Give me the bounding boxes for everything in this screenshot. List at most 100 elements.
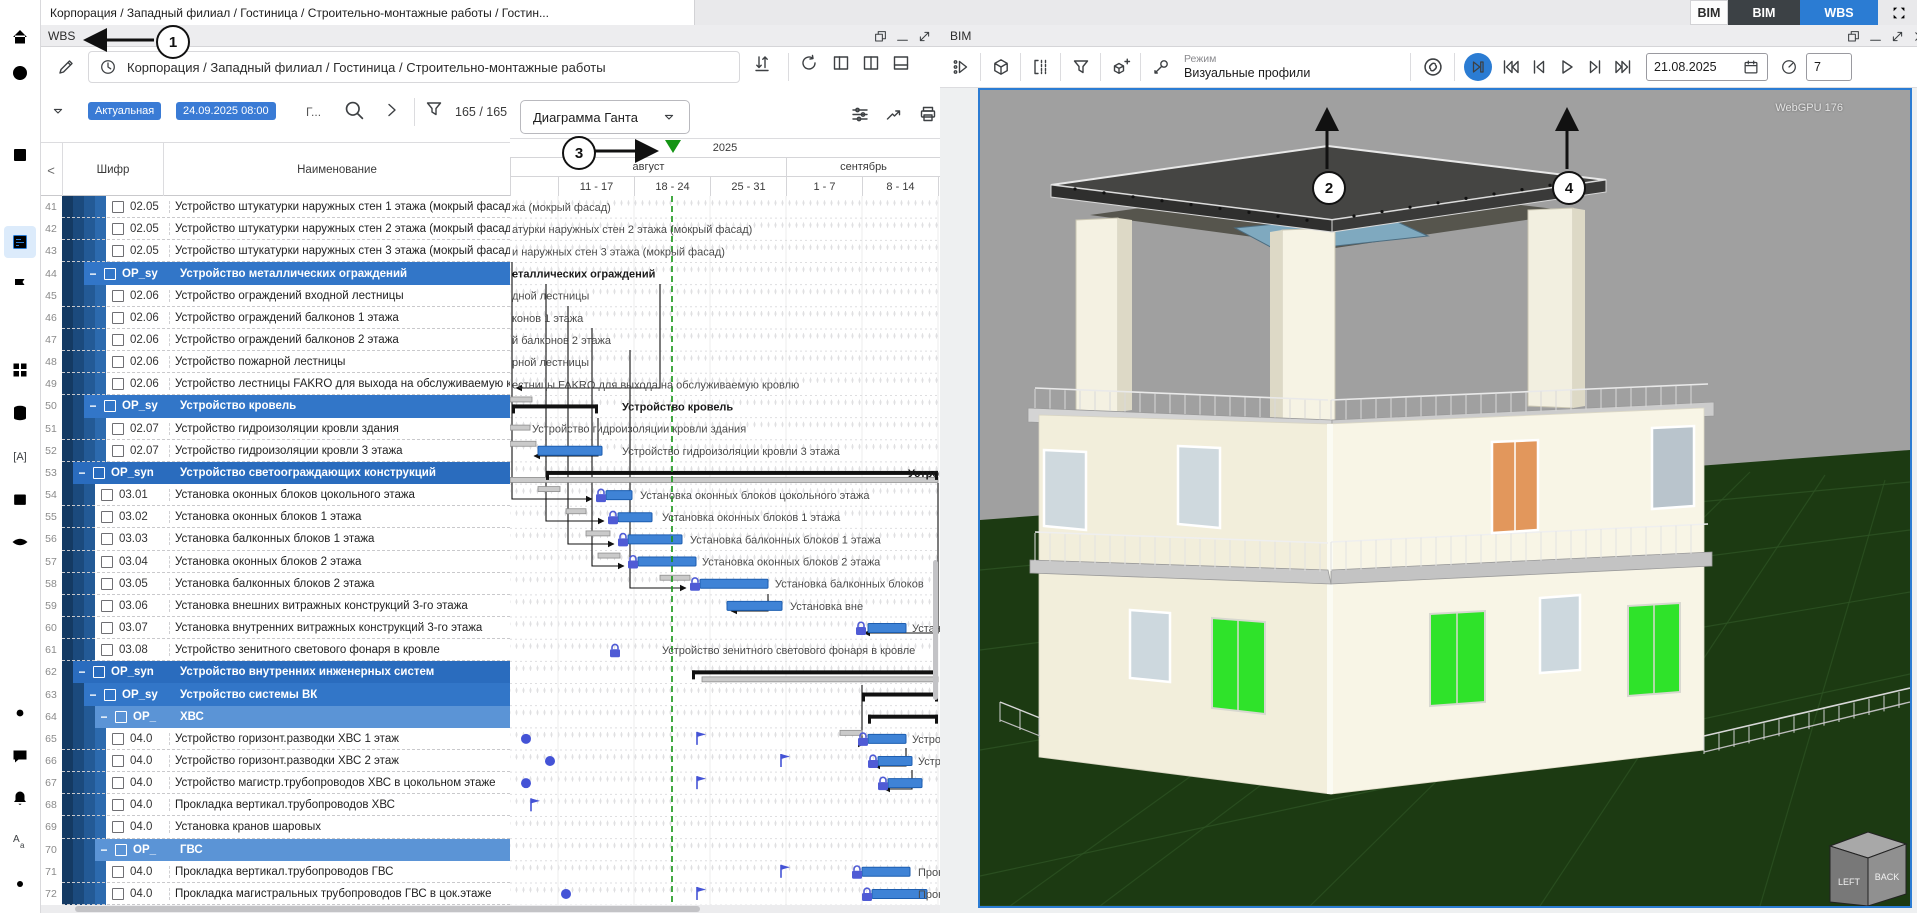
today-marker[interactable]	[665, 140, 681, 153]
structure-icon[interactable]	[4, 100, 36, 132]
table-row[interactable]: 5703.04Установка оконных блоков 2 этажа	[40, 551, 510, 573]
table-row[interactable]: 7204.0Прокладка магистральных трубопрово…	[40, 883, 510, 905]
sort-updown-icon[interactable]	[752, 53, 772, 73]
row-checkbox[interactable]	[112, 378, 124, 390]
row-checkbox[interactable]	[93, 666, 105, 678]
task-bar[interactable]	[538, 446, 602, 455]
database-icon[interactable]	[4, 397, 36, 429]
printer-icon[interactable]	[918, 104, 938, 124]
table-row[interactable]: 6804.0Прокладка вертикал.трубопроводов Х…	[40, 794, 510, 816]
table-row[interactable]: 6003.07Установка внутренних витражных ко…	[40, 617, 510, 639]
date-badge[interactable]: 24.09.2025 08:00	[176, 102, 276, 120]
flag-marker[interactable]	[697, 776, 706, 789]
wbs-bottom-scrollbar[interactable]	[75, 906, 700, 912]
pane-split-icon[interactable]	[861, 53, 881, 73]
section-box-icon[interactable]	[1028, 53, 1054, 81]
project-tab[interactable]: Корпорация / Западный филиал / Гостиница…	[40, 0, 695, 25]
row-checkbox[interactable]	[101, 578, 113, 590]
table-row[interactable]: 6103.08Устройство зенитного светового фо…	[40, 639, 510, 661]
collapse-toggle[interactable]: −	[99, 843, 109, 857]
gantt-view-icon[interactable]	[4, 226, 36, 258]
model-add-icon[interactable]	[1108, 53, 1134, 81]
table-row[interactable]: 6704.0Устройство магистр.трубопроводов Х…	[40, 772, 510, 794]
globe-icon[interactable]	[4, 57, 36, 89]
table-row[interactable]: 5603.03Установка балконных блоков 1 этаж…	[40, 528, 510, 550]
table-row[interactable]: 6504.0Устройство горизонт.разводки ХВС 1…	[40, 728, 510, 750]
panel-toggle-icon[interactable]	[948, 53, 974, 81]
table-row[interactable]: 4202.05Устройство штукатурки наружных ст…	[40, 218, 510, 240]
table-row[interactable]: 5803.05Установка балконных блоков 2 этаж…	[40, 573, 510, 595]
collapse-toggle[interactable]: −	[77, 665, 87, 679]
skip-first-icon[interactable]	[1498, 53, 1524, 81]
collapse-toggle[interactable]: −	[88, 399, 98, 413]
row-checkbox[interactable]	[112, 201, 124, 213]
task-bar[interactable]	[727, 601, 782, 610]
table-row[interactable]: 70−OP_ГВС	[40, 839, 510, 861]
sliders-icon[interactable]	[850, 104, 870, 124]
nav-cube[interactable]: LEFTBACK	[1830, 832, 1906, 906]
row-checkbox[interactable]	[112, 821, 124, 833]
milestone-dot[interactable]	[521, 778, 531, 788]
minimize-icon[interactable]	[1867, 28, 1883, 44]
speed-icon[interactable]	[1776, 53, 1802, 81]
collapse-toggle[interactable]: −	[99, 710, 109, 724]
mode-selector[interactable]: Режим Визуальные профили	[1184, 49, 1310, 85]
summary-bar[interactable]	[546, 471, 938, 475]
row-checkbox[interactable]	[112, 888, 124, 900]
play-icon[interactable]	[1554, 53, 1580, 81]
row-checkbox[interactable]	[115, 844, 127, 856]
row-checkbox[interactable]	[101, 600, 113, 612]
summary-bar[interactable]	[512, 404, 598, 408]
gear-icon[interactable]	[4, 868, 36, 900]
fullscreen-icon[interactable]	[1882, 0, 1916, 25]
column-header-name[interactable]: Наименование	[163, 143, 510, 197]
row-checkbox[interactable]	[104, 400, 116, 412]
date-input[interactable]: 21.08.2025	[1646, 53, 1768, 81]
row-checkbox[interactable]	[112, 866, 124, 878]
table-row[interactable]: 5102.07Устройство гидроизоляции кровли з…	[40, 418, 510, 440]
summary-bar[interactable]	[862, 693, 938, 697]
play-pause-icon[interactable]	[1464, 53, 1492, 81]
board-icon[interactable]	[4, 139, 36, 171]
table-row[interactable]: 4802.06Устройство пожарной лестницы	[40, 351, 510, 373]
view-selector[interactable]: Диаграмма Ганта	[520, 100, 690, 134]
cube-face-back[interactable]: BACK	[1875, 872, 1900, 882]
collapse-toggle[interactable]: −	[77, 466, 87, 480]
version-badge[interactable]: Актуальная	[88, 102, 161, 120]
table-row[interactable]: 7104.0Прокладка вертикал.трубопроводов Г…	[40, 861, 510, 883]
hatch-icon[interactable]	[4, 312, 36, 344]
row-checkbox[interactable]	[104, 268, 116, 280]
translate-icon[interactable]: Aa	[4, 825, 36, 857]
chart-icon[interactable]	[4, 183, 36, 215]
milestone-dot[interactable]	[545, 756, 555, 766]
tab-bim-2[interactable]: BIM	[1728, 0, 1800, 25]
funnel-icon[interactable]	[1068, 53, 1094, 81]
task-bar[interactable]	[638, 557, 696, 566]
pane-left-icon[interactable]	[831, 53, 851, 73]
calendar-icon[interactable]	[4, 483, 36, 515]
row-checkbox[interactable]	[101, 533, 113, 545]
cube-icon[interactable]	[988, 53, 1014, 81]
tab-bim-1[interactable]: BIM	[1690, 0, 1728, 25]
flag-marker[interactable]	[697, 887, 706, 900]
task-bar[interactable]	[878, 757, 912, 766]
home-icon[interactable]	[4, 21, 36, 53]
row-checkbox[interactable]	[112, 334, 124, 346]
milestone-dot[interactable]	[561, 889, 571, 899]
eye-icon[interactable]	[4, 526, 36, 558]
funnel-icon[interactable]	[424, 99, 444, 119]
row-checkbox[interactable]	[101, 622, 113, 634]
summary-bar[interactable]	[692, 670, 938, 674]
table-row[interactable]: 5903.06Установка внешних витражных конст…	[40, 595, 510, 617]
row-checkbox[interactable]	[93, 467, 105, 479]
table-row[interactable]: 5202.07Устройство гидроизоляции кровли 3…	[40, 440, 510, 462]
chevron-right-icon[interactable]	[382, 100, 402, 120]
table-row[interactable]: 4502.06Устройство ограждений входной лес…	[40, 285, 510, 307]
maximize-icon[interactable]	[1889, 28, 1905, 44]
link-icon[interactable]	[1420, 53, 1446, 81]
row-checkbox[interactable]	[112, 290, 124, 302]
row-checkbox[interactable]	[101, 644, 113, 656]
row-checkbox[interactable]	[112, 223, 124, 235]
interval-input[interactable]: 7	[1806, 53, 1852, 81]
milestone-dot[interactable]	[521, 734, 531, 744]
